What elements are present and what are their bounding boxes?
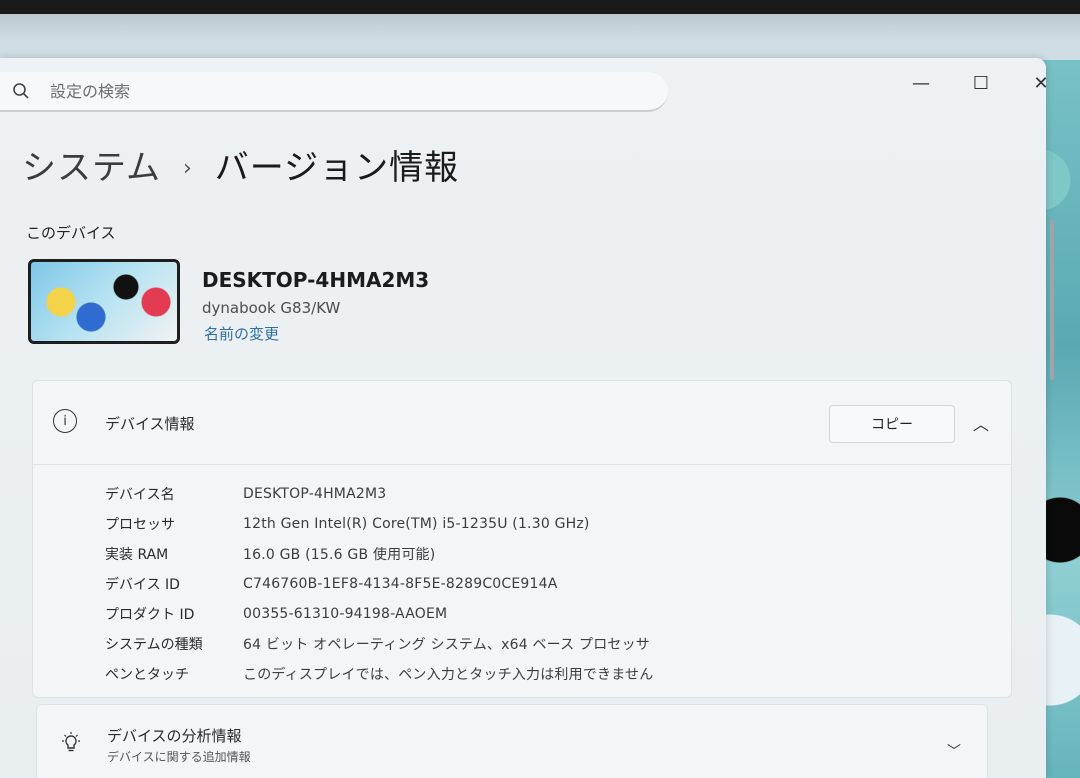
lightbulb-icon [62, 732, 80, 752]
spec-label: デバイス名 [105, 487, 175, 503]
spec-label: システムの種類 [105, 637, 203, 653]
spec-value: DESKTOP-4HMA2M3 [243, 486, 387, 502]
section-label-this-device: このデバイス [26, 224, 116, 242]
table-row: 実装 RAM 16.0 GB (15.6 GB 使用可能) [105, 539, 653, 569]
spec-table: デバイス名 DESKTOP-4HMA2M3 プロセッサ 12th Gen Int… [105, 479, 653, 689]
diagnostics-title: デバイスの分析情報 [107, 727, 242, 745]
device-diagnostics-card[interactable]: デバイスの分析情報 デバイスに関する追加情報 ﹀ [36, 704, 988, 778]
device-info-card: i デバイス情報 コピー ︿ デバイス名 DESKTOP-4HMA2M3 プロセ… [32, 380, 1012, 698]
table-row: プロセッサ 12th Gen Intel(R) Core(TM) i5-1235… [105, 509, 653, 539]
table-row: ペンとタッチ このディスプレイでは、ペン入力とタッチ入力は利用できません [105, 659, 653, 689]
device-model: dynabook G83/KW [202, 299, 341, 317]
device-info-header[interactable]: i デバイス情報 コピー ︿ [33, 381, 1011, 465]
close-button[interactable]: ✕ [1018, 68, 1046, 98]
table-row: プロダクト ID 00355-61310-94198-AAOEM [105, 599, 653, 629]
spec-label: デバイス ID [105, 577, 180, 593]
spec-value: 64 ビット オペレーティング システム、x64 ベース プロセッサ [243, 637, 651, 653]
scrollbar[interactable] [1050, 220, 1054, 380]
diagnostics-subtitle: デバイスに関する追加情報 [107, 750, 251, 764]
spec-value: 16.0 GB (15.6 GB 使用可能) [243, 547, 436, 563]
spec-value: 00355-61310-94198-AAOEM [243, 606, 448, 622]
breadcrumb-parent[interactable]: システム [22, 140, 161, 189]
search-input[interactable] [50, 81, 610, 101]
spec-label: 実装 RAM [105, 547, 169, 563]
minimize-button[interactable]: — [898, 68, 944, 98]
device-info-title: デバイス情報 [105, 415, 195, 433]
spec-label: ペンとタッチ [105, 667, 189, 683]
table-row: デバイス ID C746760B-1EF8-4134-8F5E-8289C0CE… [105, 569, 653, 599]
table-row: システムの種類 64 ビット オペレーティング システム、x64 ベース プロセ… [105, 629, 653, 659]
info-icon: i [53, 409, 77, 433]
spec-label: プロセッサ [105, 517, 175, 533]
breadcrumb: システム › バージョン情報 [22, 140, 459, 189]
settings-window: — ☐ ✕ システム › バージョン情報 このデバイス DESKTOP-4HMA… [0, 58, 1046, 778]
chevron-up-icon[interactable]: ︿ [973, 411, 989, 435]
copy-button[interactable]: コピー [829, 405, 955, 443]
search-box[interactable] [0, 72, 668, 112]
maximize-button[interactable]: ☐ [958, 68, 1004, 98]
spec-value: C746760B-1EF8-4134-8F5E-8289C0CE914A [243, 576, 558, 592]
spec-value: 12th Gen Intel(R) Core(TM) i5-1235U (1.3… [243, 516, 590, 532]
search-icon [13, 83, 29, 99]
spec-value: このディスプレイでは、ペン入力とタッチ入力は利用できません [243, 667, 654, 683]
spec-label: プロダクト ID [105, 607, 195, 623]
breadcrumb-separator-icon: › [182, 156, 193, 181]
device-thumbnail [28, 259, 180, 344]
rename-link[interactable]: 名前の変更 [204, 323, 279, 344]
device-name: DESKTOP-4HMA2M3 [202, 268, 430, 292]
table-row: デバイス名 DESKTOP-4HMA2M3 [105, 479, 653, 509]
chevron-down-icon[interactable]: ﹀ [947, 741, 961, 761]
page-title: バージョン情報 [214, 148, 460, 188]
